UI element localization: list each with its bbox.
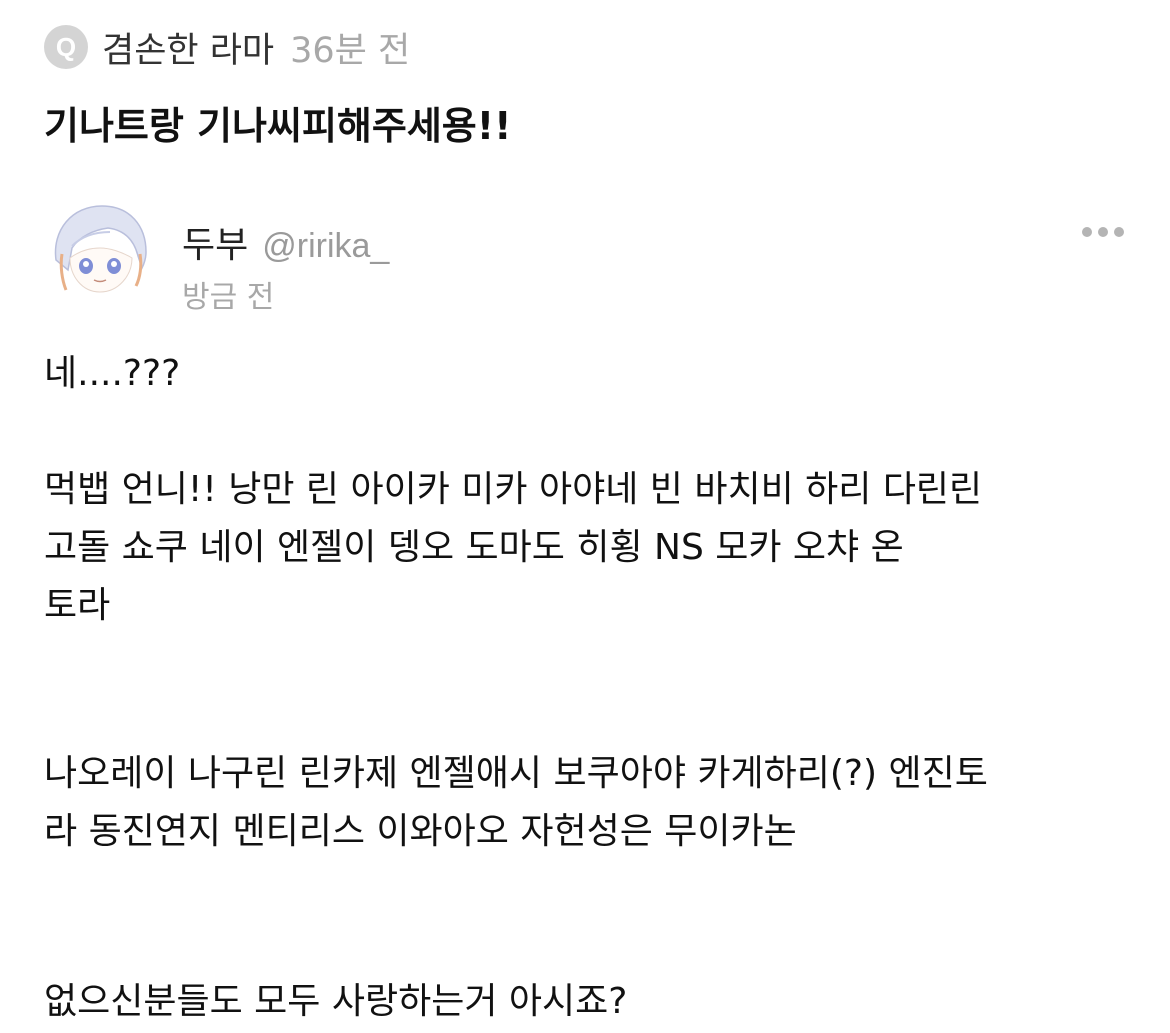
ellipsis-icon — [1082, 227, 1124, 237]
question-timestamp: 36분 전 — [290, 30, 411, 71]
question-text: 기나트랑 기나씨피해주세용!! — [44, 104, 512, 148]
author-info: 두부 @ririka_ 방금 전 — [182, 216, 389, 316]
answer-line: 나오레이 나구린 린카제 엔젤애시 보쿠아야 카게하리(?) 엔진토 — [44, 753, 988, 794]
question-header: Q 겸손한 라마 36분 전 — [44, 22, 410, 72]
answer-line: 토라 — [44, 585, 111, 626]
author-handle[interactable]: @ririka_ — [262, 227, 389, 266]
author-name[interactable]: 두부 — [182, 216, 248, 268]
answer-paragraph: 나오레이 나구린 린카제 엔젤애시 보쿠아야 카게하리(?) 엔진토 라 동진연… — [44, 745, 988, 861]
answer-line: 네....??? — [44, 353, 181, 394]
answer-line: 없으신분들도 모두 사랑하는거 아시죠? — [44, 981, 628, 1022]
answer-header: 두부 @ririka_ 방금 전 — [42, 194, 1128, 316]
answer-line: 먹뱁 언니!! 낭만 린 아이카 미카 아야네 빈 바치비 하리 다린린 — [44, 469, 983, 510]
answer-timestamp: 방금 전 — [182, 280, 275, 315]
answer-line: 라 동진연지 멘티리스 이와아오 자헌성은 무이카논 — [44, 811, 797, 852]
asker-name[interactable]: 겸손한 라마 — [102, 22, 274, 73]
avatar-illustration-icon — [42, 196, 156, 310]
answer-line: 고돌 쇼쿠 네이 엔젤이 뎅오 도마도 히횡 NS 모카 오챠 온 — [44, 527, 904, 568]
question-badge-icon: Q — [44, 25, 88, 69]
avatar[interactable] — [42, 196, 156, 310]
answer-paragraph: 먹뱁 언니!! 낭만 린 아이카 미카 아야네 빈 바치비 하리 다린린 고돌 … — [44, 461, 982, 635]
more-options-button[interactable] — [1078, 218, 1128, 246]
